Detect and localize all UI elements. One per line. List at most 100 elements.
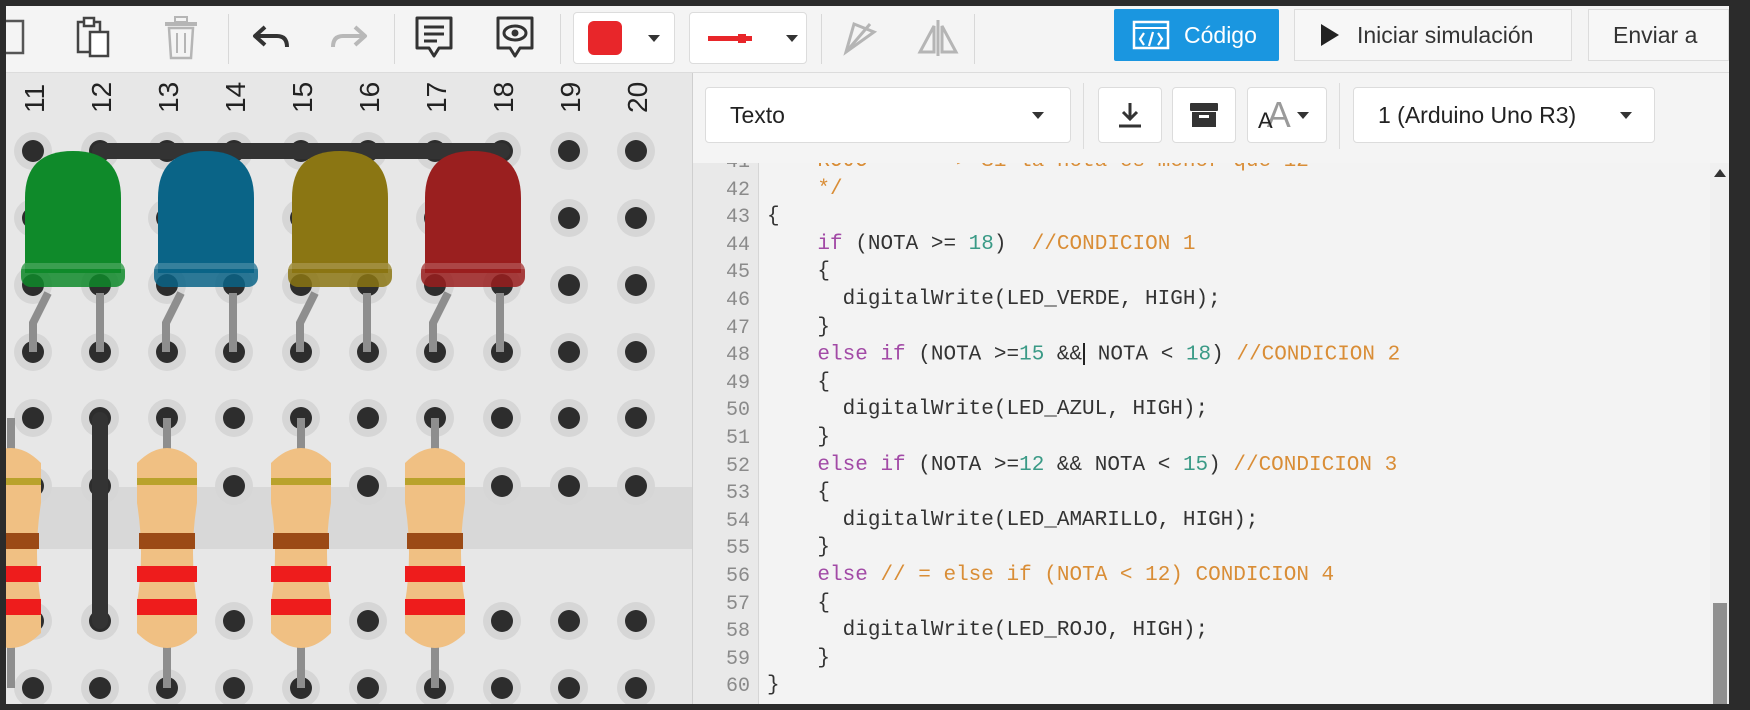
led-yellow[interactable] [292,151,388,273]
resistor-band [273,533,329,549]
code-line[interactable]: } [767,536,830,559]
scroll-thumb[interactable] [1713,603,1727,704]
resistor-band [137,566,197,582]
code-line[interactable]: { [767,481,830,504]
led-base-highlight [421,263,525,269]
chevron-down-icon [648,34,660,42]
line-number: 48 [725,344,750,368]
line-number: 59 [725,647,750,671]
visibility-icon[interactable] [487,12,543,64]
main-toolbar: Código Iniciar simulación Enviar a [6,6,1729,73]
code-line[interactable]: digitalWrite(LED_AZUL, HIGH); [767,398,1208,421]
delete-icon[interactable] [153,12,209,64]
resistor-band [6,566,41,582]
code-line[interactable]: else if (NOTA >=15 && NOTA < 18) //CONDI… [767,343,1400,367]
led-red[interactable] [425,151,521,273]
notes-icon[interactable] [406,12,462,64]
device-dropdown[interactable]: 1 (Arduino Uno R3) [1353,87,1655,143]
code-line[interactable]: digitalWrite(LED_ROJO, HIGH); [767,619,1208,642]
led-green[interactable] [25,151,121,273]
mirror-icon[interactable] [910,12,966,64]
resistor-band [6,533,39,549]
code-line[interactable]: */ [767,178,842,201]
led-leg [429,291,452,352]
text-cursor [1083,343,1086,366]
line-number: 52 [725,454,750,478]
rotate-icon[interactable] [832,12,888,64]
send-to-label: Enviar a [1613,21,1698,48]
circuit-components[interactable] [6,73,692,704]
code-line[interactable]: ROJO > Si la nota es menor que 12 [767,163,1308,173]
led-base-highlight [288,263,392,269]
code-line[interactable]: digitalWrite(LED_AMARILLO, HIGH); [767,509,1259,532]
start-simulation-button[interactable]: Iniciar simulación [1294,9,1572,61]
resistor-band [405,478,465,485]
line-number: 42 [725,178,750,202]
send-to-button[interactable]: Enviar a [1588,9,1729,61]
device-label: 1 (Arduino Uno R3) [1378,101,1577,128]
line-number: 50 [725,399,750,423]
new-icon[interactable] [6,12,32,64]
line-number: 57 [725,592,750,616]
code-scrollbar[interactable] [1710,163,1729,704]
line-number: 47 [725,316,750,340]
line-number: 56 [725,565,750,588]
paste-icon[interactable] [64,12,120,64]
library-box-icon [1190,103,1218,127]
code-line[interactable]: { [767,260,830,283]
chevron-down-icon [786,34,798,42]
code-line[interactable]: } [767,426,830,449]
library-button[interactable] [1172,87,1236,143]
wire-line-icon [708,33,752,43]
code-window-icon [1132,20,1170,50]
chevron-down-icon [1620,111,1632,119]
line-number: 55 [725,537,750,561]
fill-color-dropdown[interactable] [573,12,675,64]
line-number: 41 [726,163,750,174]
resistor-band [271,566,331,582]
line-number: 49 [725,371,750,395]
code-line[interactable]: else if (NOTA >=12 && NOTA < 15) //CONDI… [767,454,1397,477]
redo-icon[interactable] [321,12,377,64]
line-number: 46 [725,289,750,312]
line-number: 53 [725,482,750,506]
line-number: 51 [725,427,750,450]
code-text-area[interactable]: ROJO > Si la nota es menor que 12 */ { if… [759,163,1710,704]
led-leg [29,291,52,352]
code-line[interactable]: if (NOTA >= 18) //CONDICION 1 [767,233,1195,256]
scroll-up-icon[interactable] [1714,169,1726,177]
led-leg [162,291,185,352]
wire-color-dropdown[interactable] [689,12,807,64]
code-mode-label: Texto [730,101,785,128]
resistor-band [407,533,463,549]
start-simulation-label: Iniciar simulación [1357,21,1534,48]
play-icon [1321,24,1339,46]
resistor-band [139,533,195,549]
resistor-band [271,599,331,615]
led-base-highlight [21,263,125,269]
resistor-band [271,478,331,485]
code-line[interactable]: { [767,205,780,228]
led-blue[interactable] [158,151,254,273]
code-button[interactable]: Código [1114,9,1279,61]
code-line[interactable]: } [767,647,830,670]
download-button[interactable] [1098,87,1162,143]
line-number-gutter: 41 42 43 44 45 46 47 48 49 50 51 52 53 54 55 56 57 58 59 60 [693,163,759,704]
code-line[interactable]: } [767,316,830,339]
resistor-band [6,599,41,615]
breadboard-canvas[interactable]: 11 12 13 14 15 16 17 18 19 20 [6,73,692,704]
code-line[interactable]: else // = else if (NOTA < 12) CONDICION … [767,564,1334,587]
font-size-dropdown[interactable]: AA [1247,87,1327,143]
code-mode-dropdown[interactable]: Texto [705,87,1071,143]
code-line[interactable]: digitalWrite(LED_VERDE, HIGH); [767,288,1221,311]
code-editor-panel: Texto AA 1 (Arduino Uno R3) 41 42 43 44 45 46… [692,73,1729,704]
resistor-band [6,478,41,485]
download-icon [1119,103,1141,128]
code-line[interactable]: { [767,592,830,615]
undo-icon[interactable] [243,12,299,64]
code-line[interactable]: } [767,674,780,697]
code-editor-toolbar: Texto AA 1 (Arduino Uno R3) [693,73,1729,163]
line-number: 44 [725,233,750,257]
code-line[interactable]: { [767,371,830,394]
led-leg [296,291,319,352]
